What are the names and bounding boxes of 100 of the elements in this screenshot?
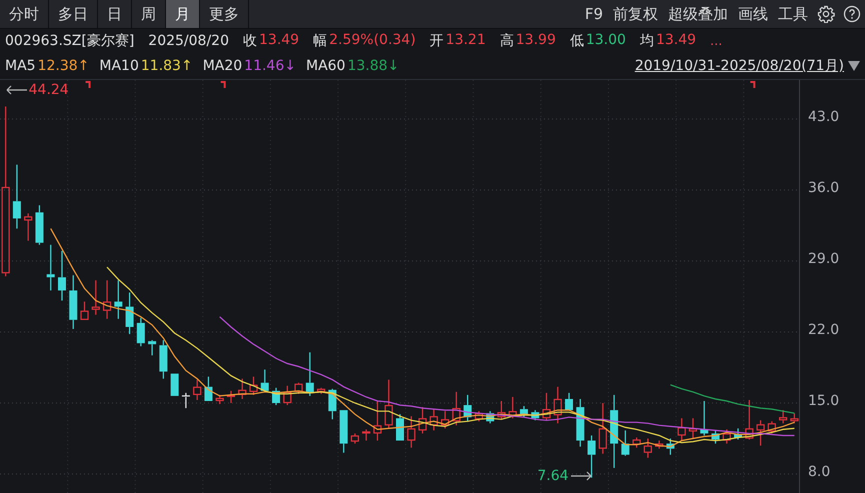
candlestick xyxy=(474,411,483,422)
field-label: 高 xyxy=(500,32,514,50)
candlestick xyxy=(148,340,156,356)
event-marker-icon xyxy=(86,81,90,88)
candlestick xyxy=(46,244,55,290)
candlestick xyxy=(464,394,472,422)
candlestick xyxy=(80,302,89,320)
candlestick xyxy=(722,429,731,444)
candlestick xyxy=(249,376,258,395)
candlestick xyxy=(542,392,551,420)
candlestick xyxy=(362,429,370,441)
indicator-value: 11.46↓ xyxy=(244,58,296,74)
period-tab[interactable]: 月 xyxy=(166,0,200,28)
more-button[interactable]: ... xyxy=(710,34,722,48)
field-value: 13.00 xyxy=(586,32,626,50)
candlestick xyxy=(712,430,720,444)
axis-label: 15.0 xyxy=(808,393,840,410)
indicator-value: 11.83↑ xyxy=(140,58,193,74)
candlestick xyxy=(407,416,416,448)
field-label: 低 xyxy=(570,32,584,50)
period-tab[interactable]: 多日 xyxy=(49,0,98,28)
field-value: 13.21 xyxy=(446,32,486,50)
toolbar-button[interactable]: 工具 xyxy=(773,0,813,28)
stock-name: 002963.SZ[豪尔赛] xyxy=(5,32,134,50)
candlestick xyxy=(520,406,528,418)
price-marker-label: 44.24 xyxy=(28,82,69,98)
dropdown-caret-icon[interactable] xyxy=(847,60,861,72)
arrow-icon xyxy=(570,470,592,481)
indicator-label: MA10 xyxy=(99,58,139,74)
candlestick xyxy=(768,421,776,434)
field-label: 开 xyxy=(430,32,444,50)
candlestick xyxy=(632,438,641,448)
candlestick xyxy=(92,280,100,315)
candlestick xyxy=(306,352,314,396)
period-tab[interactable]: 分时 xyxy=(0,0,49,28)
candlestick xyxy=(396,414,404,442)
field-label: 幅 xyxy=(313,32,328,50)
candlestick xyxy=(588,436,596,478)
candlestick xyxy=(418,407,427,434)
candlestick xyxy=(317,388,326,394)
field-value: 13.99 xyxy=(516,32,556,50)
candlestick xyxy=(294,382,303,394)
candlestick xyxy=(688,418,698,439)
toolbar-button[interactable]: F9 xyxy=(580,0,608,28)
candlestick xyxy=(340,410,348,453)
field-label: 均 xyxy=(640,32,654,50)
field-label: 收 xyxy=(243,32,257,50)
period-tab[interactable]: 日 xyxy=(98,0,132,28)
axis-label: 36.0 xyxy=(808,180,840,196)
candlestick xyxy=(779,410,788,424)
candlestick xyxy=(238,378,246,399)
candlestick xyxy=(700,401,708,436)
candlestick xyxy=(440,411,450,428)
candlestick xyxy=(644,438,652,458)
candlestick xyxy=(328,388,336,420)
toolbar-button[interactable]: 画线 xyxy=(733,0,773,28)
candlestick xyxy=(373,401,382,441)
candlestick xyxy=(565,392,574,411)
event-marker-icon xyxy=(220,81,226,88)
candlestick xyxy=(136,318,145,346)
period-tab[interactable]: 更多 xyxy=(200,0,249,28)
candlestick xyxy=(745,400,754,440)
candlestick xyxy=(655,440,664,449)
axis-label: 43.0 xyxy=(808,109,840,126)
candlestick xyxy=(260,370,269,392)
candlestick xyxy=(24,213,32,241)
indicator-value: 12.38↑ xyxy=(38,58,90,74)
field-value: 13.49 xyxy=(259,32,300,50)
toolbar-button[interactable]: 前复权 xyxy=(608,0,663,28)
candlestick xyxy=(12,164,21,229)
field-value: 2.59%(0.34) xyxy=(329,32,416,50)
indicator-label: MA5 xyxy=(5,58,36,74)
candlestick xyxy=(350,433,360,444)
candlestick xyxy=(430,409,438,430)
indicator-value: 13.88↓ xyxy=(347,58,400,74)
axis-label: 22.0 xyxy=(808,322,840,338)
quote-date: 2025/08/20 xyxy=(148,33,229,49)
event-marker-icon xyxy=(750,81,756,88)
candlestick xyxy=(204,376,212,402)
candlestick xyxy=(182,392,190,408)
candlestick xyxy=(554,386,562,424)
toolbar-button[interactable]: 超级叠加 xyxy=(663,0,733,28)
candlestick xyxy=(452,392,460,426)
candlestick xyxy=(497,401,506,420)
indicator-label: MA60 xyxy=(306,58,346,74)
candlestick xyxy=(193,380,202,400)
candlestick xyxy=(486,411,494,424)
candlestick xyxy=(126,292,134,334)
candlestick xyxy=(384,380,393,428)
candlestick xyxy=(272,388,280,406)
candlestick xyxy=(283,386,292,406)
date-range-link[interactable]: 2019/10/31-2025/08/20(71月) xyxy=(634,57,844,75)
candlestick xyxy=(531,410,540,420)
candlestick xyxy=(621,430,630,456)
candlestick xyxy=(734,428,742,440)
candlestick xyxy=(159,340,168,379)
field-value: 13.49 xyxy=(656,32,696,50)
candlestick xyxy=(69,275,78,329)
candlestick xyxy=(678,418,686,441)
candlestick xyxy=(790,413,798,424)
